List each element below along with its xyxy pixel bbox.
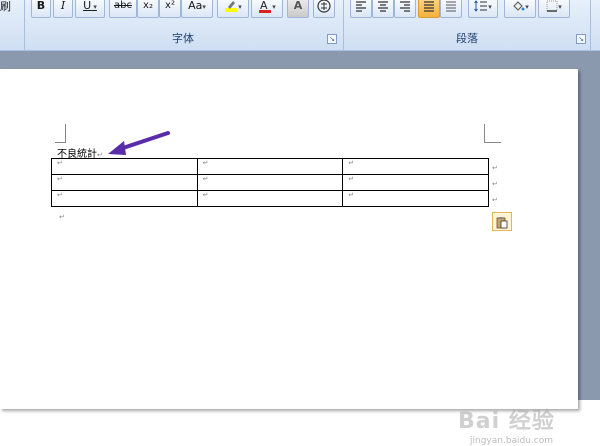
highlight-dropdown-icon: ▾: [238, 3, 242, 11]
paste-options-button[interactable]: [492, 212, 512, 231]
margin-corner-top-right: [484, 124, 501, 143]
row-end-mark: ↵: [492, 180, 498, 188]
italic-button[interactable]: I: [53, 0, 73, 18]
line-spacing-icon: [474, 0, 488, 12]
paragraph-group: ▾ ▾ ▾ 段落 ↘: [344, 0, 590, 48]
paint-bucket-icon: [513, 1, 525, 11]
table-cell[interactable]: ↵: [342, 174, 489, 191]
document-page[interactable]: 不良統計↵ ↵ ↵ ↵ ↵ ↵ ↵ ↵ ↵ ↵ ↵ ↵ ↵ ↵ Bai 经验 j…: [0, 69, 578, 446]
change-case-dropdown-icon: ▾: [202, 3, 206, 11]
borders-button[interactable]: ▾: [538, 0, 570, 18]
document-workspace: 不良統計↵ ↵ ↵ ↵ ↵ ↵ ↵ ↵ ↵ ↵ ↵ ↵ ↵ ↵ Bai 经验 j…: [0, 51, 600, 446]
borders-dropdown-icon: ▾: [558, 3, 562, 11]
format-painter-label[interactable]: 刷: [0, 0, 11, 14]
align-left-button[interactable]: [350, 0, 372, 18]
highlighter-icon: [225, 1, 238, 12]
bold-button[interactable]: B: [31, 0, 51, 18]
line-spacing-dropdown-icon: ▾: [488, 3, 492, 11]
font-color-dropdown-icon: ▾: [272, 3, 276, 11]
table-cell[interactable]: ↵: [51, 190, 198, 207]
row-end-mark: ↵: [492, 196, 498, 204]
underline-button[interactable]: U ▾: [75, 0, 105, 18]
character-shading-icon: A: [293, 0, 303, 12]
justify-button[interactable]: [418, 0, 440, 18]
annotation-arrow: [108, 131, 170, 155]
table-cell[interactable]: ↵: [196, 190, 344, 207]
font-group-label: 字体: [172, 32, 194, 45]
watermark: Bai 经验 jingyan.baidu.com: [458, 403, 578, 446]
highlight-button[interactable]: ▾: [217, 0, 249, 18]
font-color-button[interactable]: A ▾: [251, 0, 283, 18]
table-cell[interactable]: ↵: [342, 190, 489, 207]
align-right-icon: [400, 1, 410, 12]
paragraph-mark: ↵: [59, 213, 65, 221]
clipboard-icon: [496, 216, 508, 228]
row-end-mark: ↵: [492, 164, 498, 172]
ribbon-separator: [590, 0, 591, 50]
font-group: B I U ▾ abc x₂ x² Aa▾ ▾ A ▾ A 字体 ↘: [25, 0, 341, 48]
table-cell[interactable]: ↵: [51, 158, 198, 175]
margin-corner-top-left: [55, 124, 66, 143]
character-shading-button[interactable]: A: [287, 0, 309, 18]
subscript-button[interactable]: x₂: [137, 0, 159, 18]
document-table[interactable]: ↵ ↵ ↵ ↵ ↵ ↵ ↵ ↵ ↵: [51, 158, 489, 207]
clipboard-group: 刷: [0, 0, 24, 48]
watermark-url: jingyan.baidu.com: [470, 436, 554, 446]
superscript-button[interactable]: x²: [159, 0, 181, 18]
underline-dropdown-icon: ▾: [91, 3, 97, 11]
change-case-button[interactable]: Aa▾: [181, 0, 213, 18]
table-cell[interactable]: ↵: [342, 158, 489, 175]
ribbon: 刷 B I U ▾ abc x₂ x² Aa▾ ▾ A ▾ A 字体 ↘ ▾ ▾…: [0, 0, 600, 51]
enclose-characters-icon: [317, 0, 331, 13]
distributed-button[interactable]: [440, 0, 462, 18]
table-body: ↵ ↵ ↵ ↵ ↵ ↵ ↵ ↵ ↵: [51, 158, 489, 207]
align-center-icon: [378, 1, 388, 12]
align-left-icon: [356, 1, 366, 12]
table-cell[interactable]: ↵: [51, 174, 198, 191]
table-row: ↵ ↵ ↵: [51, 190, 489, 207]
table-cell[interactable]: ↵: [196, 158, 344, 175]
underline-label: U: [83, 0, 92, 12]
paragraph-group-label: 段落: [456, 32, 478, 45]
justify-icon: [424, 1, 434, 12]
borders-icon: [546, 0, 558, 12]
align-center-button[interactable]: [372, 0, 394, 18]
watermark-logo: Bai 经验: [458, 409, 555, 434]
line-spacing-button[interactable]: ▾: [468, 0, 498, 18]
shading-dropdown-icon: ▾: [525, 3, 529, 11]
font-dialog-launcher-icon[interactable]: ↘: [327, 34, 337, 44]
font-color-icon: A: [259, 0, 272, 13]
table-row: ↵ ↵ ↵: [51, 174, 489, 191]
table-row: ↵ ↵ ↵: [51, 158, 489, 175]
distributed-icon: [446, 1, 456, 12]
shading-button[interactable]: ▾: [504, 0, 536, 18]
strikethrough-button[interactable]: abc: [109, 0, 137, 18]
table-cell[interactable]: ↵: [196, 174, 344, 191]
paragraph-dialog-launcher-icon[interactable]: ↘: [576, 34, 586, 44]
change-case-label: Aa: [188, 0, 203, 12]
align-right-button[interactable]: [394, 0, 416, 18]
enclose-characters-button[interactable]: [313, 0, 335, 18]
